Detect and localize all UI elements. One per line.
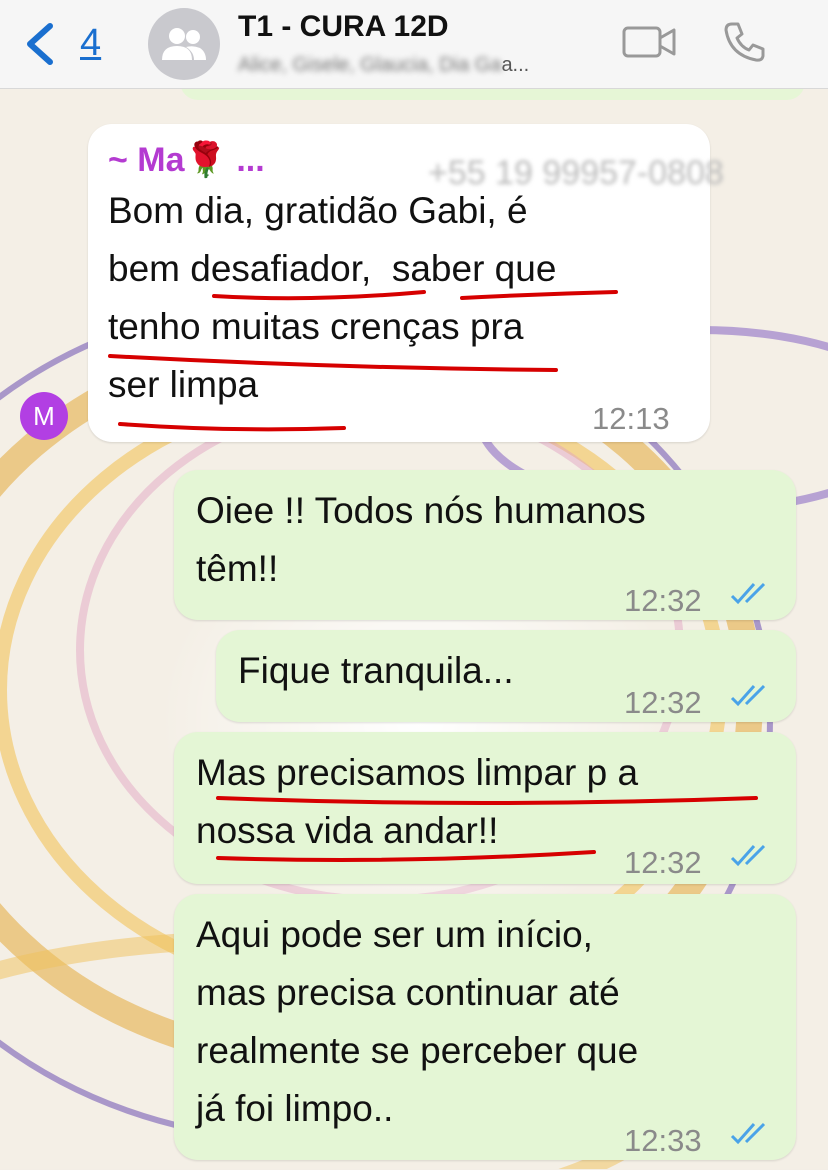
incoming-message[interactable]: ~ Ma🌹 ... +55 19 99957-0808 Bom dia, gra… [88,124,724,442]
message-line: Oiee !! Todos nós humanos [196,490,646,531]
unread-count[interactable]: 4 [80,22,101,65]
message-line: mas precisa continuar até [196,972,620,1013]
sender-avatar[interactable]: M [20,392,68,440]
message-line: têm!! [196,548,279,589]
sender-phone: +55 19 99957-0808 [428,154,724,192]
group-avatar[interactable] [148,8,220,80]
double-check-icon [730,844,766,867]
double-check-icon [730,582,766,605]
participants-ellipsis: a... [501,54,530,76]
chat-participants[interactable]: Alice, Gisele, Glaucia, Dia Gaa... [238,54,529,77]
message-time: 12:32 [624,685,702,720]
message-line: realmente se perceber que [196,1030,639,1071]
outgoing-message[interactable]: Mas precisamos limpar p a nossa vida and… [174,732,796,884]
message-line: Fique tranquila... [238,650,514,691]
chat-title[interactable]: T1 - CURA 12D [238,10,449,44]
message-line: Mas precisamos limpar p a [196,752,639,793]
message-time: 12:33 [624,1123,702,1158]
participants-blurred: Alice, Gisele, Glaucia, Dia Ga [238,54,502,76]
message-line: bem desafiador, saber que [108,248,557,289]
double-check-icon [730,1122,766,1145]
message-time: 12:32 [624,583,702,618]
double-check-icon [730,684,766,707]
chat-header: 4 T1 - CURA 12D Alice, Gisele, Glaucia, … [0,0,828,89]
video-call-icon[interactable] [622,24,676,60]
back-button[interactable]: 4 [22,18,101,70]
group-icon [162,28,206,60]
message-line: nossa vida andar!! [196,810,499,851]
phone-icon[interactable] [722,20,766,64]
message-line: Aqui pode ser um início, [196,914,593,955]
message-time: 12:13 [592,401,670,436]
message-line: já foi limpo.. [196,1088,394,1129]
message-time: 12:32 [624,845,702,880]
message-line: tenho muitas crenças pra [108,306,524,347]
chevron-left-icon [27,23,53,65]
outgoing-message[interactable]: Oiee !! Todos nós humanos têm!! 12:32 [174,470,796,620]
outgoing-message[interactable]: Aqui pode ser um início, mas precisa con… [174,894,796,1160]
outgoing-message[interactable]: Fique tranquila... 12:32 [216,630,796,722]
